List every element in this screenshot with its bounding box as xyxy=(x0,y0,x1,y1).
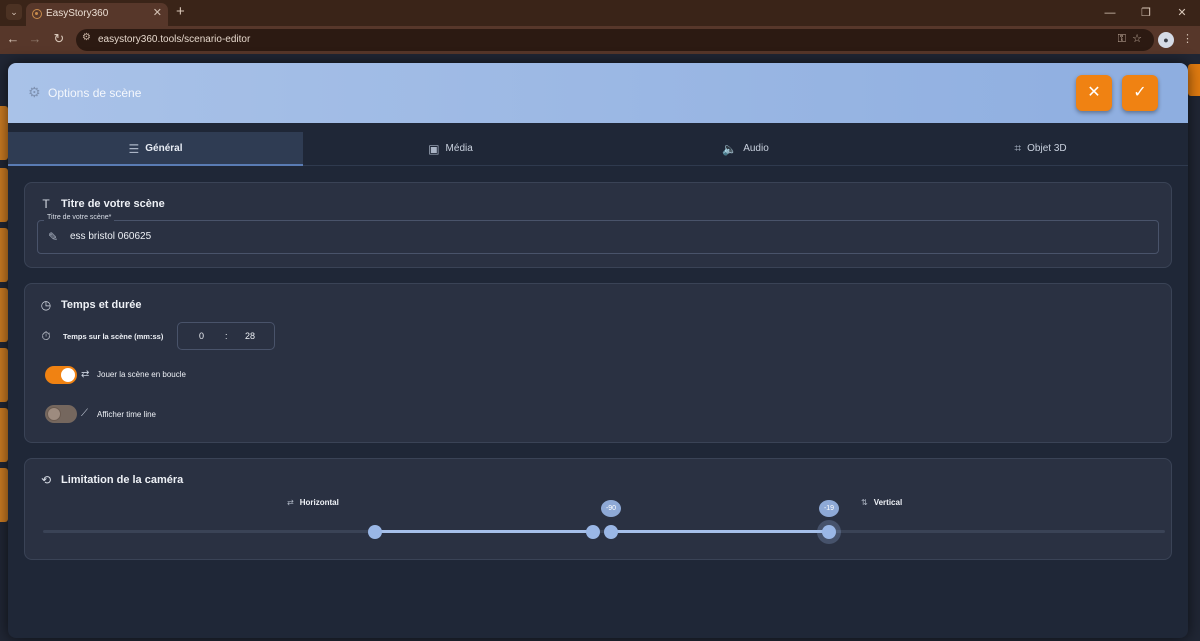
seconds-input[interactable]: 28 xyxy=(245,331,255,341)
clock-icon: ◷ xyxy=(40,298,52,312)
check-icon: ✓ xyxy=(1133,84,1147,101)
vertical-arrows-icon: ⇅ xyxy=(861,498,868,507)
tab-label: Média xyxy=(445,143,473,154)
camera-heading: ⟲ Limitation de la caméra xyxy=(39,473,183,487)
vertical-max-thumb[interactable] xyxy=(822,525,836,539)
browser-toolbar: ← → ↻ ⚙ easystory360.tools/scenario-edit… xyxy=(0,26,1200,54)
scene-options-modal: ⚙ Options de scène ✕ ✓ ☰ Général ▣ Média… xyxy=(8,63,1188,638)
horizontal-value-bubble: -90 xyxy=(601,500,621,517)
rotate-camera-icon: ⟲ xyxy=(40,473,52,487)
repeat-icon: ⇄ xyxy=(81,369,90,380)
sliders-icon: ☰ xyxy=(128,141,140,156)
loop-toggle[interactable] xyxy=(45,366,77,384)
confirm-button[interactable]: ✓ xyxy=(1122,75,1158,111)
camera-heading-text: Limitation de la caméra xyxy=(61,474,184,486)
scene-title-input[interactable]: ess bristol 060625 xyxy=(70,231,151,242)
vertical-label-text: Vertical xyxy=(873,498,903,507)
title-heading-text: Titre de votre scène xyxy=(61,198,165,210)
close-icon: ✕ xyxy=(1087,84,1101,101)
gear-icon: ⚙ xyxy=(28,84,41,100)
cube-scan-icon: ⌗ xyxy=(1014,141,1022,155)
title-card: T Titre de votre scène Titre de votre sc… xyxy=(24,182,1172,268)
tab-general[interactable]: ☰ Général xyxy=(8,132,303,166)
window-close-icon[interactable]: ✕ xyxy=(1164,0,1200,26)
horizontal-range xyxy=(375,530,593,533)
toggle-knob xyxy=(61,368,75,382)
vertical-value-bubble: -19 xyxy=(819,500,839,517)
tab-label: Audio xyxy=(743,143,769,154)
horizontal-label-text: Horizontal xyxy=(299,498,339,507)
horizontal-min-thumb[interactable] xyxy=(368,525,382,539)
time-heading: ◷ Temps et durée xyxy=(39,298,142,312)
speaker-icon: 🔈 xyxy=(722,141,738,156)
modal-title: Options de scène xyxy=(48,86,142,100)
tab-media[interactable]: ▣ Média xyxy=(303,132,598,165)
bookmark-star-icon[interactable]: ⚿ ☆ xyxy=(1118,32,1142,46)
loop-label: Jouer la scène en boucle xyxy=(97,370,186,379)
url-text: easystory360.tools/scenario-editor xyxy=(98,34,251,45)
tab-label: Général xyxy=(145,143,183,154)
horizontal-label: ⇄ Horizontal xyxy=(287,498,339,507)
tab-audio[interactable]: 🔈 Audio xyxy=(598,132,893,165)
modal-header: ⚙ Options de scène ✕ ✓ xyxy=(8,63,1188,123)
toggle-knob xyxy=(47,407,61,421)
time-input[interactable]: 0 : 28 xyxy=(177,322,275,350)
reload-icon[interactable]: ↻ xyxy=(50,31,68,47)
tab-search-icon[interactable]: ⌄ xyxy=(6,4,22,20)
browser-tabstrip: ⌄ EasyStory360 ✕ + — ❐ ✕ xyxy=(0,0,1200,26)
minimize-icon[interactable]: — xyxy=(1092,0,1128,26)
browser-menu-icon[interactable]: ⋮ xyxy=(1182,32,1193,45)
back-icon[interactable]: ← xyxy=(4,31,22,46)
image-icon: ▣ xyxy=(428,141,440,156)
profile-avatar-icon[interactable]: ● xyxy=(1158,32,1174,48)
browser-tab[interactable]: EasyStory360 ✕ xyxy=(26,3,168,26)
pencil-icon: ✎ xyxy=(48,230,59,244)
bg-scene-marker xyxy=(0,408,8,462)
bg-scene-marker xyxy=(0,468,8,522)
bg-scene-marker xyxy=(0,228,8,282)
tab-title: EasyStory360 xyxy=(46,8,109,19)
tab-3d-object[interactable]: ⌗ Objet 3D xyxy=(893,132,1188,165)
restore-icon[interactable]: ❐ xyxy=(1128,0,1164,26)
bg-scene-marker xyxy=(0,106,8,160)
new-tab-icon[interactable]: + xyxy=(176,3,185,20)
vertical-min-thumb[interactable] xyxy=(604,525,618,539)
bg-scene-marker xyxy=(0,288,8,342)
time-separator: : xyxy=(225,331,228,341)
site-info-icon[interactable]: ⚙ xyxy=(82,32,91,43)
camera-card: ⟲ Limitation de la caméra ⇄ Horizontal ⇅ V… xyxy=(24,458,1172,560)
scene-title-field[interactable]: Titre de votre scène* ✎ ess bristol 0606… xyxy=(37,214,1159,254)
time-label: Temps sur la scène (mm:ss) xyxy=(63,331,164,341)
vertical-range xyxy=(611,530,829,533)
address-bar[interactable]: ⚙ easystory360.tools/scenario-editor ⚿ ☆ xyxy=(76,29,1154,51)
window-controls: — ❐ ✕ xyxy=(1092,0,1200,26)
text-icon: T xyxy=(42,197,50,211)
favicon-icon xyxy=(32,9,42,19)
minutes-input[interactable]: 0 xyxy=(199,331,204,341)
time-card: ◷ Temps et durée ⏱ Temps sur la scène (m… xyxy=(24,283,1172,443)
bg-scene-marker xyxy=(0,348,8,402)
tab-label: Objet 3D xyxy=(1027,143,1067,154)
horizontal-arrows-icon: ⇄ xyxy=(287,498,294,507)
tab-close-icon[interactable]: ✕ xyxy=(153,6,162,19)
horizontal-max-thumb[interactable] xyxy=(586,525,600,539)
scene-title-label: Titre de votre scène* xyxy=(44,214,115,221)
cancel-button[interactable]: ✕ xyxy=(1076,75,1112,111)
timeline-toggle[interactable] xyxy=(45,405,77,423)
forward-icon[interactable]: → xyxy=(26,31,44,46)
vertical-label: ⇅ Vertical xyxy=(861,498,902,507)
title-heading: T Titre de votre scène xyxy=(39,197,165,211)
trend-icon: ⟋ xyxy=(81,408,88,419)
timeline-label: Afficher time line xyxy=(97,410,156,419)
tab-bar: ☰ Général ▣ Média 🔈 Audio ⌗ Objet 3D xyxy=(8,132,1188,166)
time-heading-text: Temps et durée xyxy=(61,299,142,311)
time-row: ⏱ Temps sur la scène (mm:ss) 0 : 28 xyxy=(39,322,275,350)
stopwatch-icon: ⏱ xyxy=(41,328,51,343)
bg-side-tab xyxy=(1188,64,1200,96)
bg-scene-marker xyxy=(0,168,8,222)
